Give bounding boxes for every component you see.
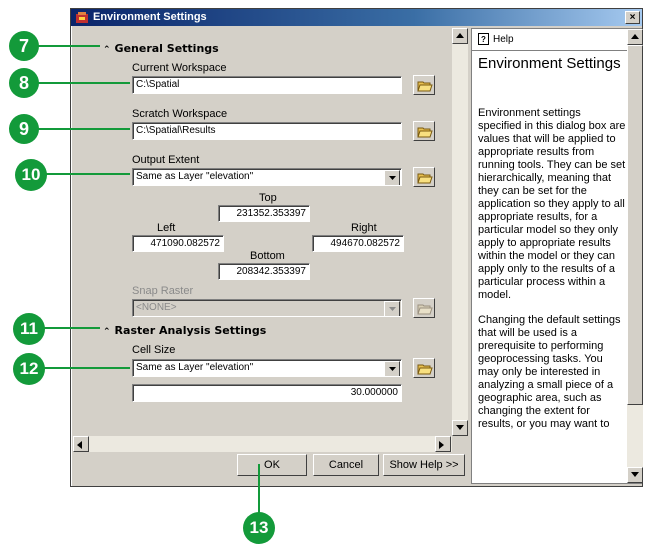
collapse-chevron-icon: ⌃ [103, 327, 111, 337]
svg-text:?: ? [481, 35, 486, 44]
show-help-button[interactable]: Show Help >> [383, 454, 465, 476]
chevron-down-icon [631, 472, 639, 477]
output-extent-select[interactable]: Same as Layer "elevation" [132, 168, 402, 186]
settings-vertical-scrollbar[interactable] [452, 28, 468, 436]
help-scroll-down-button[interactable] [627, 467, 643, 483]
extent-right-input[interactable]: 494670.082572 [312, 235, 404, 252]
cell-size-value-input[interactable]: 30.000000 [132, 384, 402, 402]
callout-12: 12 [13, 353, 45, 385]
chevron-left-icon [77, 441, 82, 449]
chevron-down-icon [456, 425, 464, 430]
snap-raster-browse-button [413, 298, 435, 318]
callout-7: 7 [9, 31, 39, 61]
help-tab-label: Help [493, 34, 514, 45]
help-pane: ? Help Environment Settings Environment … [471, 28, 643, 484]
help-paragraph-2: Changing the default settings that will … [478, 314, 621, 430]
extent-left-input[interactable]: 471090.082572 [132, 235, 224, 252]
open-folder-icon [417, 127, 433, 138]
output-extent-label: Output Extent [132, 154, 200, 166]
scroll-down-button[interactable] [452, 420, 468, 436]
chevron-up-icon [631, 34, 639, 39]
scroll-up-button[interactable] [452, 28, 468, 44]
cell-size-option: Same as Layer "elevation" [136, 362, 254, 373]
callout-9: 9 [9, 114, 39, 144]
title-bar[interactable]: Environment Settings × [71, 9, 642, 26]
scratch-workspace-browse-button[interactable] [413, 121, 435, 141]
snap-raster-value: <NONE> [136, 302, 177, 313]
callout-11-leader [40, 327, 100, 329]
output-extent-dropdown-button[interactable] [384, 170, 400, 185]
callout-9-leader [34, 128, 130, 130]
snap-raster-select: <NONE> [132, 299, 402, 317]
open-folder-icon [417, 173, 433, 184]
cell-size-select[interactable]: Same as Layer "elevation" [132, 359, 402, 377]
scroll-right-button[interactable] [435, 436, 451, 452]
callout-7-leader [34, 45, 100, 47]
general-settings-label: General Settings [114, 42, 219, 55]
settings-panel: ⌃ General Settings Current Workspace C:\S… [73, 28, 468, 452]
chevron-right-icon [439, 441, 444, 449]
extent-top-input[interactable]: 231352.353397 [218, 205, 310, 222]
app-icon [75, 11, 89, 24]
callout-8: 8 [9, 68, 39, 98]
extent-right-label: Right [351, 222, 377, 234]
help-scroll-up-button[interactable] [627, 29, 643, 45]
callout-8-leader [34, 82, 130, 84]
callout-10: 10 [15, 159, 47, 191]
scratch-workspace-input[interactable]: C:\Spatial\Results [132, 122, 402, 140]
settings-horizontal-scrollbar[interactable] [73, 436, 452, 452]
output-extent-browse-button[interactable] [413, 167, 435, 187]
help-vertical-scrollbar[interactable] [627, 29, 643, 483]
collapse-chevron-icon: ⌃ [103, 45, 111, 55]
help-header: ? Help [472, 29, 627, 51]
current-workspace-input[interactable]: C:\Spatial [132, 76, 402, 94]
help-scroll-thumb[interactable] [627, 45, 643, 405]
chevron-down-icon [389, 176, 396, 180]
output-extent-value: Same as Layer "elevation" [136, 171, 254, 182]
raster-analysis-label: Raster Analysis Settings [114, 324, 267, 337]
callout-11: 11 [13, 313, 45, 345]
cell-size-dropdown-button[interactable] [384, 361, 400, 376]
extent-top-label: Top [259, 192, 277, 204]
help-body: Environment settings specified in this d… [478, 107, 626, 443]
extent-left-label: Left [157, 222, 176, 234]
window-title: Environment Settings [93, 11, 207, 23]
raster-analysis-heading[interactable]: ⌃ Raster Analysis Settings [103, 324, 266, 337]
callout-13: 13 [243, 512, 275, 544]
callout-13-leader [258, 464, 260, 516]
extent-bottom-label: Bottom [250, 250, 285, 262]
general-settings-heading[interactable]: ⌃ General Settings [103, 42, 219, 55]
snap-raster-dropdown-button [384, 301, 400, 316]
close-button[interactable]: × [625, 11, 640, 24]
environment-settings-dialog: Environment Settings × ⌃ General Settings… [70, 8, 643, 487]
current-workspace-label: Current Workspace [132, 62, 227, 74]
chevron-down-icon [389, 367, 396, 371]
scratch-workspace-label: Scratch Workspace [132, 108, 228, 120]
current-workspace-browse-button[interactable] [413, 75, 435, 95]
open-folder-icon [417, 81, 433, 92]
help-title: Environment Settings [478, 55, 621, 72]
callout-10-leader [40, 173, 130, 175]
cancel-button[interactable]: Cancel [313, 454, 379, 476]
cell-size-label: Cell Size [132, 344, 176, 356]
callout-12-leader [40, 367, 130, 369]
open-folder-icon [417, 364, 433, 375]
snap-raster-label: Snap Raster [132, 285, 194, 297]
help-book-icon: ? [478, 33, 489, 48]
ok-button[interactable]: OK [237, 454, 307, 476]
help-paragraph-1: Environment settings specified in this d… [478, 107, 626, 301]
cell-size-browse-button[interactable] [413, 358, 435, 378]
open-folder-icon [417, 304, 433, 315]
chevron-down-icon [389, 307, 396, 311]
chevron-up-icon [456, 33, 464, 38]
extent-bottom-input[interactable]: 208342.353397 [218, 263, 310, 280]
scroll-left-button[interactable] [73, 436, 89, 452]
